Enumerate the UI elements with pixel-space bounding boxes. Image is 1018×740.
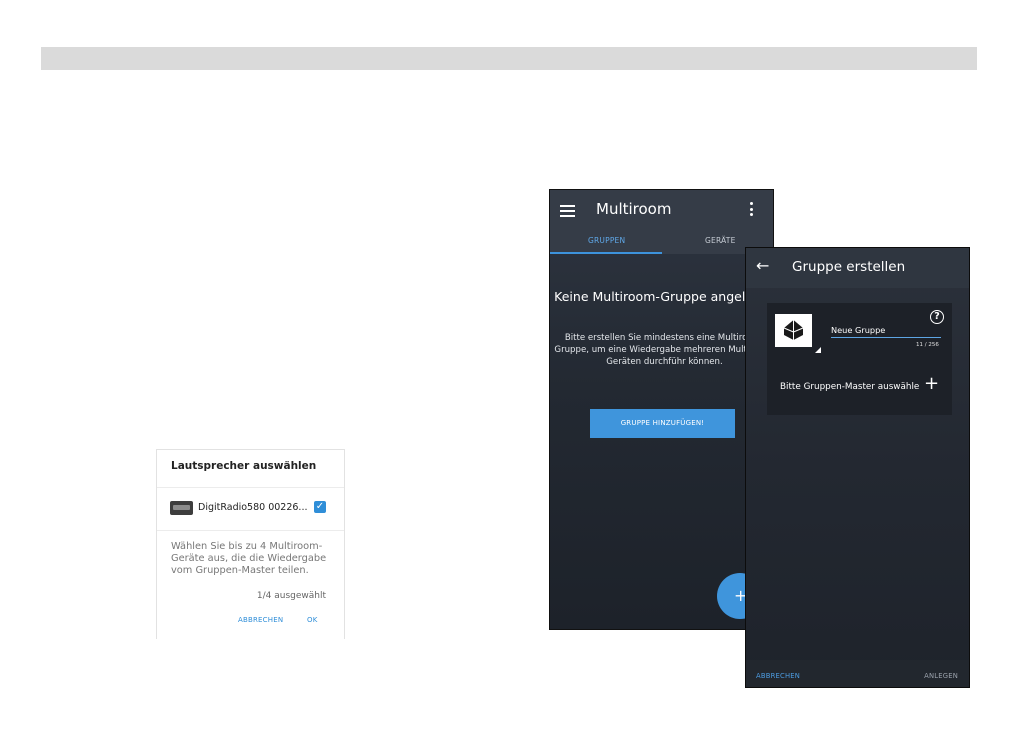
input-underline [831, 337, 941, 338]
cancel-button[interactable]: ABBRECHEN [756, 672, 800, 680]
tab-gruppen[interactable]: GRUPPEN [588, 236, 625, 245]
create-group-screen: ← Gruppe erstellen ? Neue Gruppe 11 / 25… [745, 247, 970, 688]
selection-count: 1/4 ausgewählt [256, 591, 326, 601]
group-image-button[interactable] [775, 314, 812, 347]
app-header: Multiroom GRUPPEN GERÄTE [550, 190, 773, 254]
dropdown-corner-icon [815, 347, 821, 353]
group-name-input[interactable]: Neue Gruppe [831, 325, 885, 335]
select-master-label[interactable]: Bitte Gruppen-Master auswähle [780, 382, 919, 392]
active-tab-indicator [550, 252, 662, 254]
top-banner [41, 47, 977, 70]
add-group-button[interactable]: GRUPPE HINZUFÜGEN! [590, 409, 735, 438]
tab-geraete[interactable]: GERÄTE [705, 236, 736, 245]
cancel-button[interactable]: ABBRECHEN [238, 616, 283, 624]
radio-device-icon [170, 501, 193, 515]
more-options-icon[interactable] [750, 202, 754, 218]
multiroom-screen: Multiroom GRUPPEN GERÄTE Keine Multiroom… [549, 189, 774, 630]
page-title: Gruppe erstellen [792, 259, 906, 275]
app-header: ← Gruppe erstellen [746, 248, 969, 288]
group-cube-icon [783, 320, 804, 340]
empty-state-description: Bitte erstellen Sie mindestens eine Mult… [554, 333, 774, 367]
dialog-title: Lautsprecher auswählen [171, 460, 317, 472]
dialog-description: Wählen Sie bis zu 4 Multiroom-Geräte aus… [171, 541, 327, 576]
speaker-select-dialog: Lautsprecher auswählen DigitRadio580 002… [156, 449, 345, 639]
device-name[interactable]: DigitRadio580 00226... [198, 502, 307, 513]
ok-button[interactable]: OK [307, 616, 318, 624]
group-settings-card: ? Neue Gruppe 11 / 256 Bitte Gruppen-Mas… [767, 303, 952, 415]
divider [157, 487, 344, 488]
back-arrow-icon[interactable]: ← [756, 256, 769, 275]
char-counter: 11 / 256 [916, 342, 939, 348]
device-checkbox[interactable]: ✓ [314, 501, 326, 513]
add-master-icon[interactable]: + [924, 375, 939, 393]
hamburger-menu-icon[interactable] [560, 205, 575, 217]
page-title: Multiroom [596, 200, 672, 218]
empty-state-title: Keine Multiroom-Gruppe angelegt! [554, 289, 771, 304]
create-button[interactable]: ANLEGEN [924, 672, 958, 680]
help-icon[interactable]: ? [930, 310, 944, 324]
divider [157, 530, 344, 531]
